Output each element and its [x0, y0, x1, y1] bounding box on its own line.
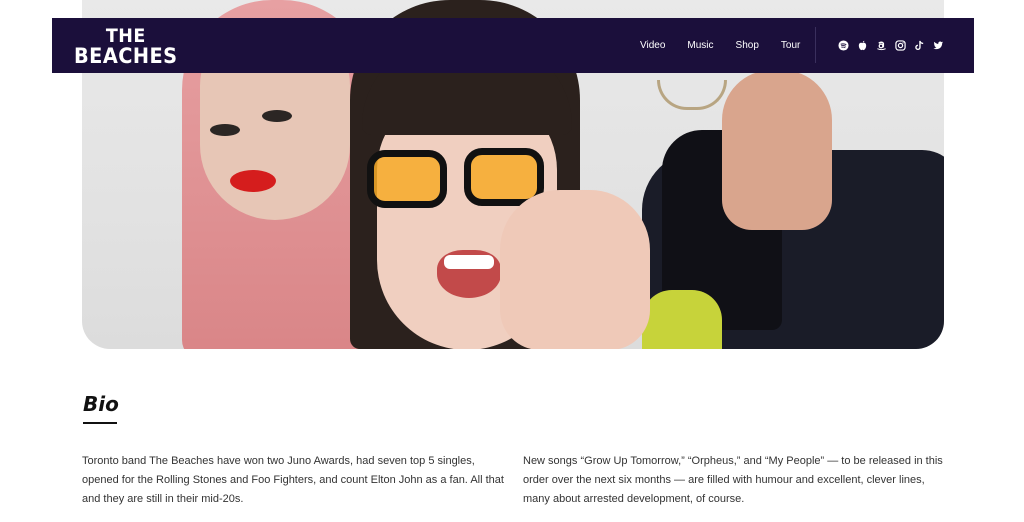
photo-detail [262, 110, 292, 122]
nav-link-tour[interactable]: Tour [781, 40, 800, 51]
top-navbar: THE BEACHES Video Music Shop Tour [52, 18, 974, 73]
photo-detail [500, 190, 650, 349]
logo-line-1: THE [105, 25, 146, 47]
tiktok-icon[interactable] [914, 40, 925, 51]
photo-detail [367, 150, 447, 208]
apple-icon[interactable] [857, 40, 868, 51]
photo-detail [210, 124, 240, 136]
nav-link-shop[interactable]: Shop [736, 40, 759, 51]
nav-divider [815, 27, 816, 63]
nav-link-music[interactable]: Music [687, 40, 713, 51]
bio-heading: Bio [83, 392, 119, 416]
bio-column-right: New songs “Grow Up Tomorrow,” “Orpheus,”… [523, 452, 948, 509]
bio-paragraph-right: New songs “Grow Up Tomorrow,” “Orpheus,”… [523, 455, 943, 505]
logo-line-2: BEACHES [74, 44, 178, 68]
nav-links: Video Music Shop Tour [640, 18, 800, 73]
nav-link-video[interactable]: Video [640, 40, 665, 51]
amazon-icon[interactable] [876, 40, 887, 51]
photo-detail [722, 70, 832, 230]
bio-column-left: Toronto band The Beaches have won two Ju… [82, 452, 507, 509]
bio-heading-underline [83, 422, 117, 424]
social-links [838, 18, 944, 73]
twitter-icon[interactable] [933, 40, 944, 51]
bio-paragraph-left: Toronto band The Beaches have won two Ju… [82, 455, 504, 505]
photo-detail [230, 170, 276, 192]
photo-detail [444, 255, 494, 269]
spotify-icon[interactable] [838, 40, 849, 51]
photo-detail [657, 80, 727, 110]
site-logo[interactable]: THE BEACHES [74, 25, 178, 68]
photo-detail [642, 290, 722, 349]
instagram-icon[interactable] [895, 40, 906, 51]
